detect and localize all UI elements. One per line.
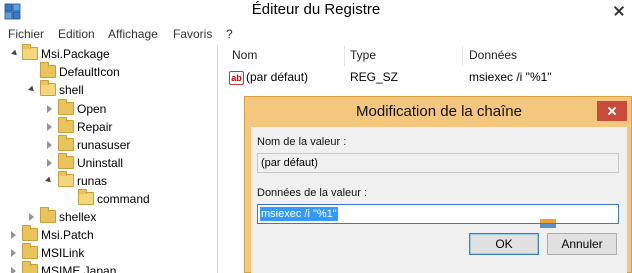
folder-icon bbox=[22, 243, 38, 259]
tree-item-label: command bbox=[97, 192, 150, 206]
tree-item-label: runasuser bbox=[77, 138, 131, 152]
column-separator[interactable] bbox=[344, 46, 345, 66]
menu-edition[interactable]: Edition bbox=[58, 27, 95, 41]
column-header-data[interactable]: Données bbox=[469, 48, 517, 62]
folder-icon bbox=[58, 135, 74, 151]
collapse-arrow-icon[interactable] bbox=[46, 104, 54, 114]
expand-arrow-icon[interactable] bbox=[46, 176, 54, 186]
tree-item-label: Repair bbox=[77, 120, 113, 134]
expand-arrow-icon[interactable] bbox=[29, 85, 37, 95]
tree-item-label: shell bbox=[59, 83, 84, 97]
tree-item-label: runas bbox=[77, 174, 108, 188]
menu-help[interactable]: ? bbox=[226, 27, 233, 41]
menu-affichage[interactable]: Affichage bbox=[108, 27, 158, 41]
cancel-button[interactable]: Annuler bbox=[547, 233, 617, 255]
collapse-arrow-icon[interactable] bbox=[28, 212, 36, 222]
folder-icon bbox=[22, 261, 38, 273]
folder-icon bbox=[58, 153, 74, 169]
dialog-body: Nom de la valeur : (par défaut) Données … bbox=[251, 127, 627, 273]
tree-item-label: MSIME.Japan bbox=[41, 264, 117, 273]
folder-icon bbox=[40, 80, 56, 96]
window-close-button[interactable] bbox=[606, 0, 632, 22]
collapse-arrow-icon[interactable] bbox=[46, 140, 54, 150]
menu-favoris[interactable]: Favoris bbox=[173, 27, 212, 41]
expand-arrow-icon[interactable] bbox=[12, 49, 20, 59]
value-data-input[interactable]: msiexec /i "%1" bbox=[257, 204, 619, 224]
window-title: Éditeur du Registre bbox=[251, 1, 381, 18]
registry-tree[interactable]: Msi.Package DefaultIcon shell Open Repai… bbox=[0, 44, 218, 273]
tree-item-label: Uninstall bbox=[77, 156, 124, 170]
value-name-label: Nom de la valeur : bbox=[257, 136, 347, 148]
tree-item-label: Msi.Package bbox=[41, 47, 110, 61]
collapse-arrow-icon[interactable] bbox=[46, 158, 54, 168]
tree-item-label: Open bbox=[77, 102, 107, 116]
folder-icon bbox=[58, 171, 74, 187]
ok-button[interactable]: OK bbox=[469, 233, 539, 255]
value-data-text: msiexec /i "%1" bbox=[260, 207, 338, 221]
folder-icon bbox=[22, 225, 38, 241]
column-header-name[interactable]: Nom bbox=[232, 48, 257, 62]
dialog-title: Modification de la chaîne bbox=[356, 103, 522, 120]
value-data: msiexec /i "%1" bbox=[469, 70, 552, 84]
value-name-field: (par défaut) bbox=[257, 153, 619, 173]
watermark-logo-icon bbox=[540, 219, 556, 228]
string-value-icon: ab bbox=[229, 71, 244, 85]
collapse-arrow-icon[interactable] bbox=[10, 230, 18, 240]
folder-icon bbox=[78, 189, 94, 205]
folder-icon bbox=[22, 44, 38, 60]
menu-bar: Fichier Edition Affichage Favoris ? bbox=[0, 24, 632, 44]
value-type: REG_SZ bbox=[350, 70, 399, 84]
folder-icon bbox=[58, 117, 74, 133]
tree-item-label: MSILink bbox=[41, 246, 85, 260]
tree-item-label: shellex bbox=[59, 210, 97, 224]
tree-item-label: DefaultIcon bbox=[59, 65, 120, 79]
title-bar: Éditeur du Registre bbox=[0, 0, 632, 24]
tree-item-label: Msi.Patch bbox=[41, 228, 94, 242]
collapse-arrow-icon[interactable] bbox=[10, 248, 18, 258]
menu-fichier[interactable]: Fichier bbox=[8, 27, 44, 41]
collapse-arrow-icon[interactable] bbox=[46, 122, 54, 132]
folder-icon bbox=[58, 99, 74, 115]
folder-icon bbox=[40, 207, 56, 223]
folder-icon bbox=[40, 62, 56, 78]
value-name: (par défaut) bbox=[246, 70, 309, 84]
column-header-type[interactable]: Type bbox=[350, 48, 376, 62]
value-data-label: Données de la valeur : bbox=[257, 187, 368, 199]
dialog-close-button[interactable] bbox=[597, 101, 627, 121]
edit-string-dialog: Modification de la chaîne Nom de la vale… bbox=[244, 96, 632, 273]
collapse-arrow-icon[interactable] bbox=[10, 266, 18, 273]
column-separator[interactable] bbox=[462, 46, 463, 66]
